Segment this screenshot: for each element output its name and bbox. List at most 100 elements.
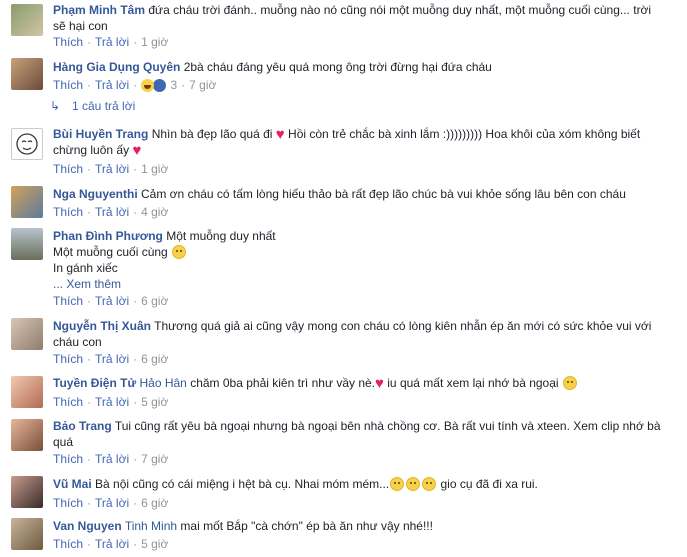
comment-time[interactable]: 1 giờ — [141, 35, 168, 49]
reply-arrow-icon: ↳ — [50, 99, 61, 113]
reply-button[interactable]: Trả lời — [95, 395, 129, 409]
heart-emoji-icon: ♥ — [375, 375, 384, 392]
comment-author[interactable]: Phan Đình Phương — [53, 229, 163, 243]
avatar[interactable] — [11, 518, 43, 550]
like-button[interactable]: Thích — [53, 395, 83, 409]
comment-time[interactable]: 1 giờ — [141, 162, 168, 176]
separator: · — [133, 78, 138, 92]
separator: · — [87, 496, 92, 510]
comment-line: In gánh xiếc — [53, 261, 118, 275]
comment-time[interactable]: 6 giờ — [141, 294, 168, 308]
comment-author[interactable]: Van Nguyen — [53, 519, 122, 533]
laughing-emoji-icon — [172, 245, 187, 259]
comment-time[interactable]: 7 giờ — [189, 78, 216, 92]
separator: · — [133, 162, 138, 176]
separator: · — [87, 395, 92, 409]
comment-author[interactable]: Vũ Mai — [53, 477, 92, 491]
reply-button[interactable]: Trả lời — [95, 537, 129, 551]
tagged-user[interactable]: Hảo Hân — [139, 376, 186, 390]
like-button[interactable]: Thích — [53, 352, 83, 366]
expressionless-emoji-icon — [390, 477, 405, 491]
reply-button[interactable]: Trả lời — [95, 78, 129, 92]
separator: · — [87, 537, 92, 551]
comment-text-continued: gio cụ đã đi xa rui. — [440, 477, 538, 491]
reply-button[interactable]: Trả lời — [95, 352, 129, 366]
like-button[interactable]: Thích — [53, 35, 83, 49]
avatar[interactable] — [11, 186, 43, 218]
reactions[interactable] — [141, 78, 168, 93]
separator: · — [87, 78, 92, 92]
replies-count[interactable]: 1 câu trả lời — [72, 99, 135, 113]
avatar[interactable] — [11, 228, 43, 260]
separator: · — [87, 352, 92, 366]
comment-text: Nhìn bà đẹp lão quá đi — [151, 127, 273, 141]
reply-button[interactable]: Trả lời — [95, 205, 129, 219]
expressionless-emoji-icon — [422, 477, 437, 491]
comment-text: chăm 0ba phải kiên trì như vầy nè. — [190, 376, 376, 390]
separator: · — [133, 294, 138, 308]
reply-button[interactable]: Trả lời — [95, 452, 129, 466]
separator: · — [87, 452, 92, 466]
like-button[interactable]: Thích — [53, 537, 83, 551]
comment-line: Một muỗng duy nhất — [166, 229, 276, 243]
like-reaction-icon — [152, 78, 168, 93]
expressionless-emoji-icon — [406, 477, 421, 491]
comment-time[interactable]: 7 giờ — [141, 452, 168, 466]
heart-emoji-icon: ♥ — [132, 142, 142, 159]
like-button[interactable]: Thích — [53, 496, 83, 510]
like-button[interactable]: Thích — [53, 294, 83, 308]
separator: · — [133, 496, 138, 510]
tagged-user[interactable]: Tinh Minh — [125, 519, 177, 533]
avatar[interactable] — [11, 128, 43, 160]
comment-text: Cảm ơn cháu có tấm lòng hiếu thảo bà rất… — [141, 187, 626, 201]
comment-text: Bà nội cũng có cái miệng i hệt bà cụ. Nh… — [95, 477, 390, 491]
comment-time[interactable]: 6 giờ — [141, 496, 168, 510]
haha-reaction-icon — [141, 79, 155, 92]
sleepy-emoji-icon — [562, 376, 577, 390]
comment-author[interactable]: Nguyễn Thị Xuân — [53, 319, 151, 333]
separator: · — [181, 78, 186, 92]
avatar[interactable] — [11, 58, 43, 90]
reply-button[interactable]: Trả lời — [95, 496, 129, 510]
avatar[interactable] — [11, 476, 43, 508]
comment-text-continued: iu quá mất xem lại nhớ bà ngoại — [387, 376, 559, 390]
comment-time[interactable]: 5 giờ — [141, 537, 168, 551]
like-button[interactable]: Thích — [53, 205, 83, 219]
comment-time[interactable]: 4 giờ — [141, 205, 168, 219]
separator: · — [133, 395, 138, 409]
avatar[interactable] — [11, 318, 43, 350]
comment-text: 2bà cháu đáng yêu quá mong ông trời đừng… — [183, 60, 492, 74]
see-more-link[interactable]: ... Xem thêm — [53, 277, 121, 291]
comment-author[interactable]: Bảo Trang — [53, 419, 112, 433]
like-button[interactable]: Thích — [53, 162, 83, 176]
separator: · — [133, 35, 138, 49]
separator: · — [87, 205, 92, 219]
separator: · — [133, 205, 138, 219]
reply-button[interactable]: Trả lời — [95, 35, 129, 49]
comment-author[interactable]: Bùi Huyền Trang — [53, 127, 148, 141]
comment-author[interactable]: Hàng Gia Dụng Quyên — [53, 60, 180, 74]
avatar[interactable] — [11, 419, 43, 451]
separator: · — [133, 352, 138, 366]
comment-time[interactable]: 6 giờ — [141, 352, 168, 366]
view-replies-link[interactable]: ↳ 1 câu trả lời — [50, 99, 135, 113]
separator: · — [87, 294, 92, 308]
reply-button[interactable]: Trả lời — [95, 162, 129, 176]
avatar[interactable] — [11, 4, 43, 36]
sketch-face-icon — [16, 133, 38, 155]
avatar[interactable] — [11, 376, 43, 408]
comment-time[interactable]: 5 giờ — [141, 395, 168, 409]
like-button[interactable]: Thích — [53, 452, 83, 466]
separator: · — [133, 452, 138, 466]
comment-author[interactable]: Tuyền Điện Tử — [53, 376, 136, 390]
reply-button[interactable]: Trả lời — [95, 294, 129, 308]
comment-text: Tui cũng rất yêu bà ngoại nhưng bà ngoại… — [53, 419, 661, 449]
comment-author[interactable]: Phạm Minh Tâm — [53, 3, 145, 17]
separator: · — [87, 162, 92, 176]
like-button[interactable]: Thích — [53, 78, 83, 92]
comment-text: mai mốt Bắp "cà chớn" ép bà ăn như vậy n… — [180, 519, 433, 533]
separator: · — [133, 537, 138, 551]
comment-author[interactable]: Nga Nguyenthi — [53, 187, 138, 201]
separator: · — [87, 35, 92, 49]
heart-emoji-icon: ♥ — [275, 126, 285, 143]
